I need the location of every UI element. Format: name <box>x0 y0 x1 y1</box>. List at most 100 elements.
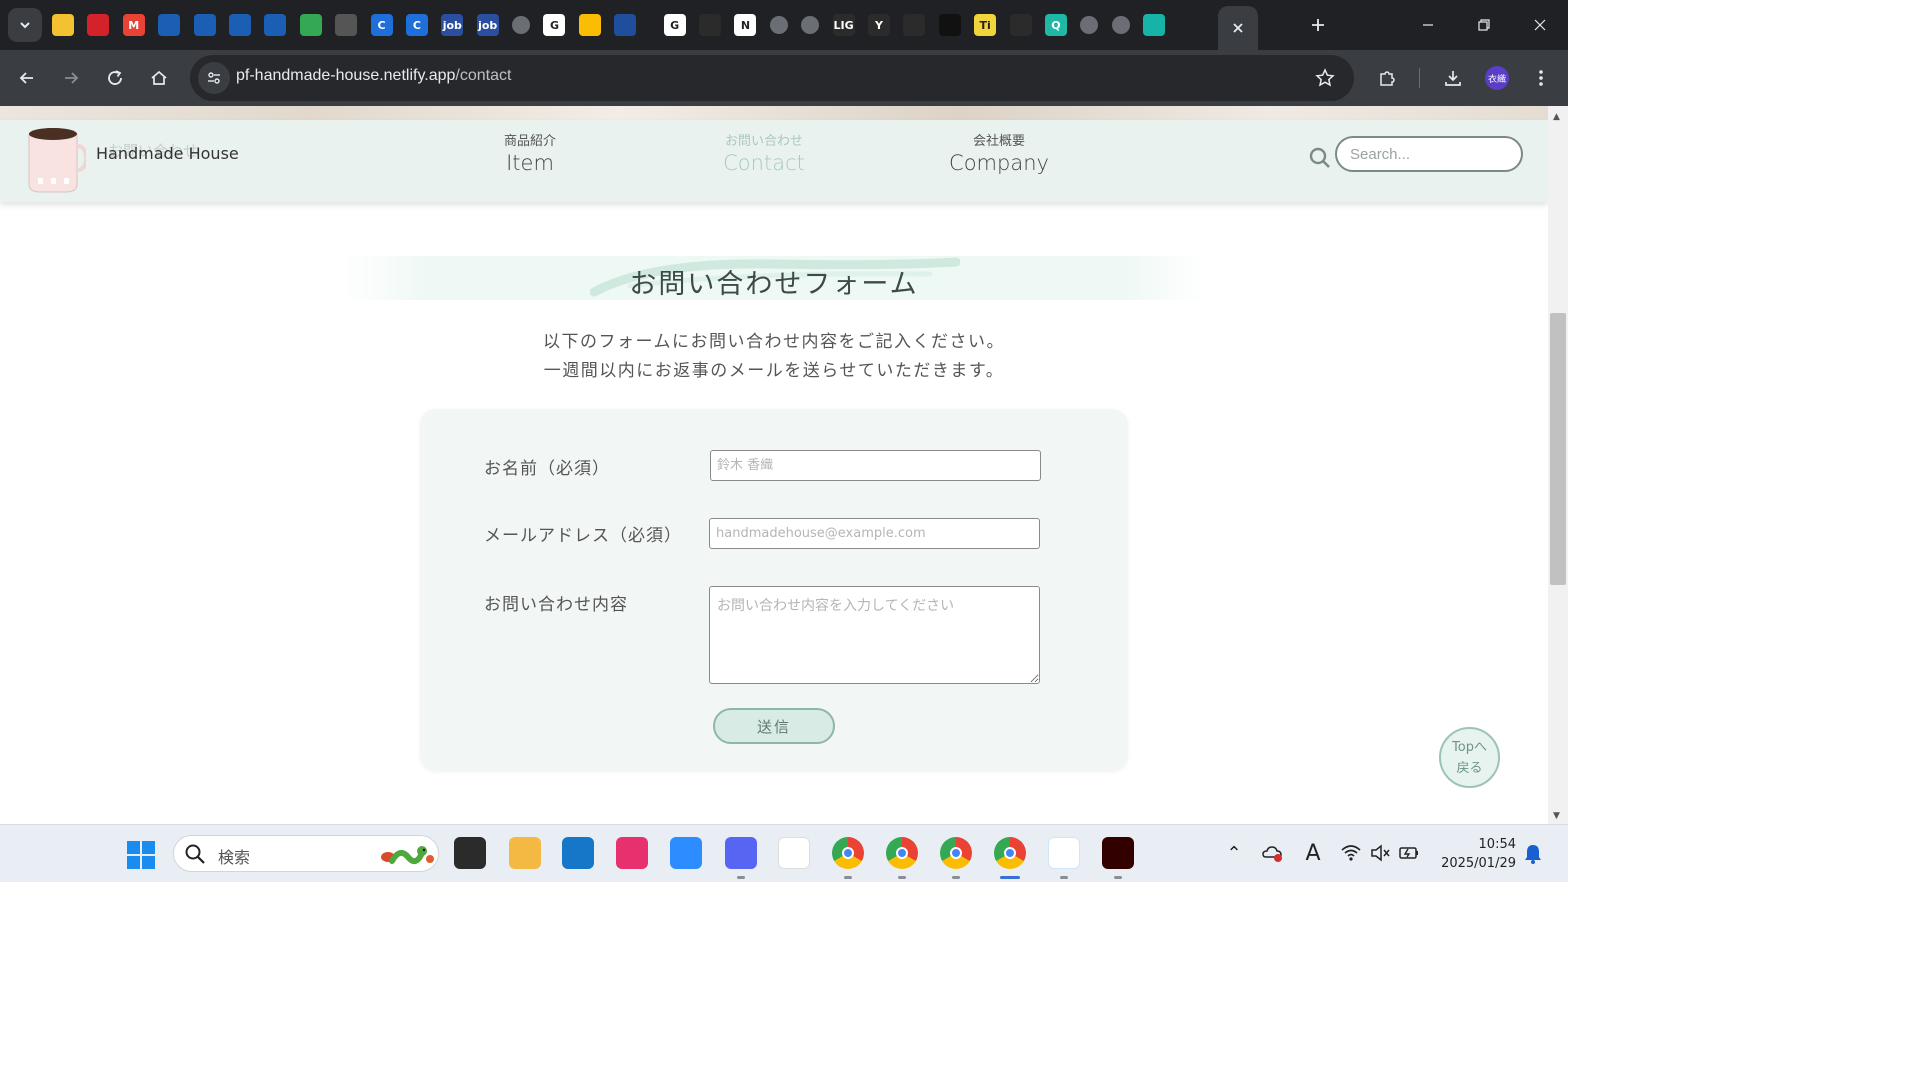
hero-photo-strip <box>0 106 1548 120</box>
ti-tab-icon[interactable]: Ti <box>974 14 997 36</box>
chrome-icon[interactable] <box>832 837 864 869</box>
blue-app-tab-icon[interactable] <box>228 14 251 36</box>
blue-app-tab-icon[interactable] <box>193 14 216 36</box>
contact-form-title: お問い合わせフォーム <box>629 269 919 300</box>
feather-tab-icon[interactable] <box>903 14 926 36</box>
to-top-line-1: Topへ <box>1452 739 1487 755</box>
back-to-top-button[interactable]: Topへ 戻る <box>1439 727 1500 788</box>
system-clock[interactable]: 10:54 2025/01/29 <box>1436 835 1516 873</box>
blue-app-tab-icon[interactable] <box>158 14 181 36</box>
running-app-indicator <box>1060 876 1068 879</box>
library-tab-icon[interactable] <box>614 14 637 36</box>
minimize-button[interactable] <box>1400 0 1456 50</box>
nav-item-item[interactable]: 商品紹介 Item <box>460 130 600 175</box>
chrome-icon[interactable] <box>940 837 972 869</box>
google-drive-tab-icon[interactable] <box>578 14 601 36</box>
task-view-icon[interactable] <box>454 837 486 869</box>
show-hidden-icons-chevron-icon[interactable]: ⌃ <box>1223 842 1245 864</box>
forward-button[interactable] <box>55 62 87 94</box>
puzzle-icon <box>1380 71 1395 86</box>
google-tab-icon[interactable]: G <box>543 14 566 36</box>
globe-tab-icon[interactable] <box>1111 16 1130 34</box>
wifi-icon[interactable] <box>1340 842 1362 864</box>
notification-bell-icon[interactable] <box>1523 843 1543 865</box>
message-textarea[interactable] <box>709 586 1040 684</box>
scroll-thumb[interactable] <box>1550 313 1566 585</box>
new-tab-button[interactable] <box>1304 11 1332 39</box>
illustrator-icon[interactable] <box>1102 837 1134 869</box>
search-icon[interactable] <box>1308 146 1332 170</box>
running-app-indicator <box>844 876 852 879</box>
site-info-button[interactable] <box>198 62 230 94</box>
creative-cloud-icon[interactable] <box>616 837 648 869</box>
job-pass-tab-icon[interactable]: job <box>476 14 499 36</box>
active-tab[interactable] <box>1218 6 1258 50</box>
logo-text[interactable]: Handmade House <box>96 144 239 163</box>
chrome-icon[interactable] <box>994 837 1026 869</box>
profile-avatar[interactable]: 衣織 <box>1485 66 1509 90</box>
windows-start-icon[interactable] <box>125 839 157 871</box>
chrome-menu-button[interactable] <box>1525 62 1557 94</box>
tune-icon <box>208 72 220 84</box>
site-search-input[interactable] <box>1335 136 1523 172</box>
tab-search-button[interactable] <box>8 8 42 42</box>
chrome-icon[interactable] <box>886 837 918 869</box>
vscode-tab-icon[interactable] <box>699 14 722 36</box>
dark-circle-tab-icon[interactable] <box>938 14 961 36</box>
submit-button[interactable]: 送信 <box>713 708 835 744</box>
blue-app-tab-icon[interactable] <box>264 14 287 36</box>
restore-button[interactable] <box>1456 0 1512 50</box>
battery-charging-icon[interactable] <box>1398 842 1420 864</box>
globe-tab-icon[interactable] <box>801 16 820 34</box>
address-bar[interactable]: pf-handmade-house.netlify.app/contact <box>190 55 1354 101</box>
globe-tab-icon[interactable] <box>512 16 531 34</box>
name-field[interactable] <box>710 450 1041 481</box>
email-field[interactable] <box>709 518 1040 549</box>
browser-tab-strip: M C Cjob job G G N LIG Y Ti Q <box>0 0 1568 50</box>
discord-icon[interactable] <box>725 837 757 869</box>
y-tab-icon[interactable]: Y <box>867 14 890 36</box>
google-tab-icon[interactable]: G <box>663 14 686 36</box>
url-text[interactable]: pf-handmade-house.netlify.app/contact <box>236 67 511 85</box>
red-stripes-tab-icon[interactable] <box>87 14 110 36</box>
globe-tab-icon[interactable] <box>1080 16 1099 34</box>
page-scrollbar[interactable]: ▲ ▼ <box>1548 106 1568 824</box>
notion-tab-icon[interactable]: N <box>734 14 757 36</box>
ime-mode-icon[interactable]: A <box>1302 841 1324 866</box>
q-tab-icon[interactable]: Q <box>1044 14 1067 36</box>
taskbar-search-box[interactable]: 検索 <box>173 835 439 872</box>
blue-c-tab-icon[interactable]: C <box>370 14 393 36</box>
back-button[interactable] <box>11 62 43 94</box>
github-tab-icon[interactable] <box>1009 14 1032 36</box>
speaker-muted-icon[interactable] <box>1369 842 1391 864</box>
zoom-icon[interactable] <box>670 837 702 869</box>
lig-tab-icon[interactable]: LIG <box>832 14 855 36</box>
google-chat-tab-icon[interactable] <box>299 14 322 36</box>
toolbar-divider <box>1419 68 1420 88</box>
tree-tab-icon[interactable] <box>335 14 358 36</box>
extensions-button[interactable] <box>1371 62 1403 94</box>
edge-icon[interactable] <box>562 837 594 869</box>
slack-icon[interactable] <box>778 837 810 869</box>
teal-diamond-tab-icon[interactable] <box>1143 14 1166 36</box>
vscode-icon[interactable] <box>1048 837 1080 869</box>
close-window-button[interactable] <box>1512 0 1568 50</box>
bookmark-button[interactable] <box>1310 63 1340 93</box>
scroll-down-arrow-icon[interactable]: ▼ <box>1553 811 1560 821</box>
nav-item-company[interactable]: 会社概要 Company <box>929 130 1069 175</box>
downloads-button[interactable] <box>1437 62 1469 94</box>
nav-item-contact[interactable]: お問い合わせ Contact <box>694 130 834 175</box>
job-pass-tab-icon[interactable]: job <box>441 14 464 36</box>
running-app-indicator <box>952 876 960 879</box>
blue-c-tab-icon[interactable]: C <box>405 14 428 36</box>
mug-logo-icon[interactable] <box>20 124 86 196</box>
reload-button[interactable] <box>99 62 131 94</box>
gmail-tab-icon[interactable]: M <box>122 14 145 36</box>
onedrive-error-icon[interactable] <box>1262 842 1284 864</box>
home-button[interactable] <box>143 62 175 94</box>
emoji-tab-icon[interactable] <box>52 14 74 36</box>
file-explorer-icon[interactable] <box>509 837 541 869</box>
globe-tab-icon[interactable] <box>769 16 788 34</box>
scroll-up-arrow-icon[interactable]: ▲ <box>1553 112 1560 122</box>
close-tab-icon[interactable] <box>1231 21 1245 35</box>
